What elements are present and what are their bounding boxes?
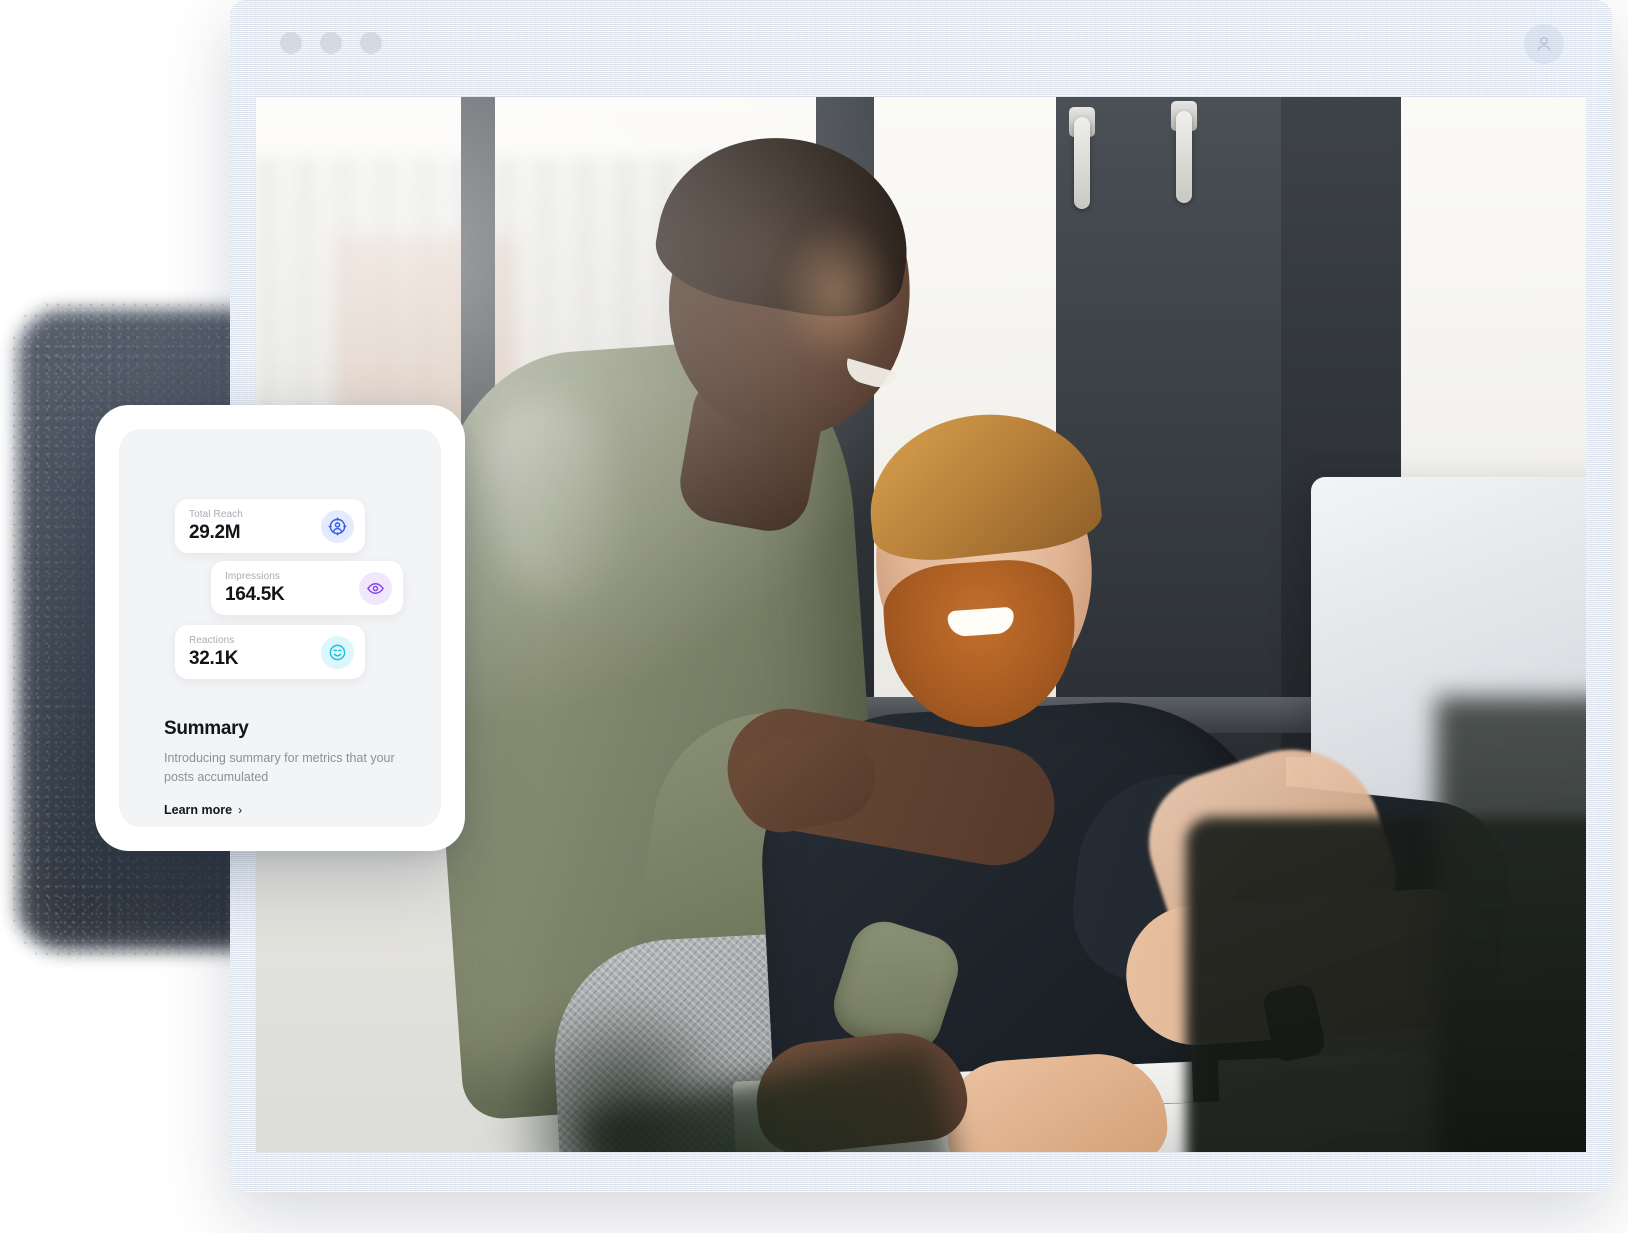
analytics-summary-card: Total Reach 29.2M Impressions 164.5K Rea… [95, 405, 465, 851]
metric-value-reactions: 32.1K [189, 648, 239, 669]
analytics-card-panel: Total Reach 29.2M Impressions 164.5K Rea… [119, 429, 441, 827]
metric-label-impressions: Impressions [225, 571, 281, 582]
metric-card-reactions[interactable]: Reactions 32.1K [175, 625, 365, 679]
user-avatar-icon[interactable] [1524, 24, 1564, 64]
metric-label-reactions: Reactions [189, 635, 235, 646]
summary-title: Summary [164, 718, 249, 739]
learn-more-label: Learn more [164, 803, 233, 817]
window-titlebar [230, 0, 1612, 84]
metric-label-total-reach: Total Reach [189, 509, 243, 520]
learn-more-link[interactable]: Learn more › [164, 803, 242, 817]
close-dot[interactable] [280, 32, 302, 54]
user-circle-icon [321, 509, 354, 543]
metric-value-impressions: 164.5K [225, 584, 285, 605]
maximize-dot[interactable] [360, 32, 382, 54]
metric-card-total-reach[interactable]: Total Reach 29.2M [175, 499, 365, 553]
smiley-face-icon [321, 635, 354, 669]
window-traffic-lights [280, 32, 382, 54]
screenshot-stage: Total Reach 29.2M Impressions 164.5K Rea… [0, 0, 1628, 1233]
minimize-dot[interactable] [320, 32, 342, 54]
metric-value-total-reach: 29.2M [189, 522, 241, 543]
metric-card-impressions[interactable]: Impressions 164.5K [211, 561, 403, 615]
summary-block: Summary Introducing summary for metrics … [164, 717, 424, 819]
eye-icon [359, 571, 392, 605]
chevron-right-icon: › [238, 803, 243, 817]
summary-description: Introducing summary for metrics that you… [164, 751, 395, 784]
